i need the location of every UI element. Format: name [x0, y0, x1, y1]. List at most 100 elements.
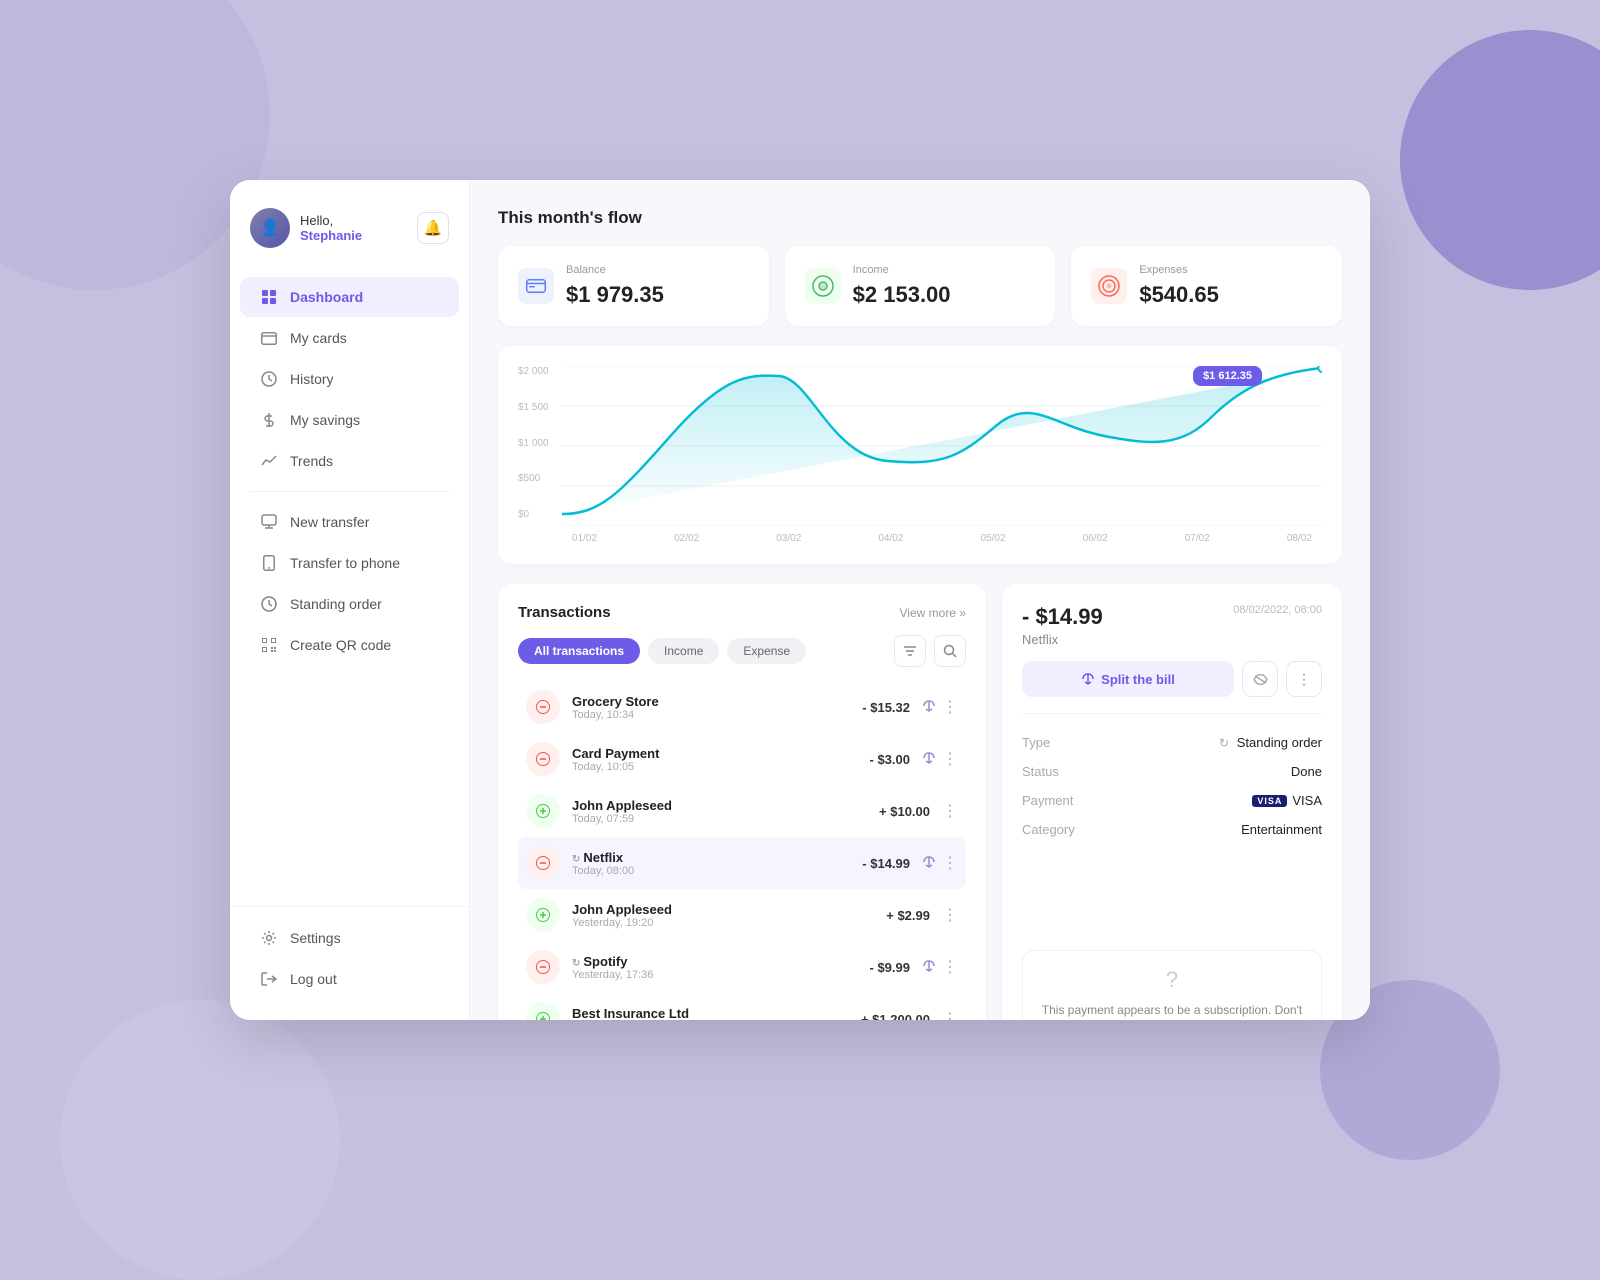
category-label: Category	[1022, 822, 1075, 837]
income-card: Income $2 153.00	[785, 246, 1056, 326]
sidebar-nav: Dashboard My cards History My savings	[230, 276, 469, 906]
sidebar-item-dashboard[interactable]: Dashboard	[240, 277, 459, 317]
more-options-btn[interactable]: ⋮	[1286, 661, 1322, 697]
sidebar-item-settings[interactable]: Settings	[240, 918, 459, 958]
balance-label: Balance	[566, 264, 664, 276]
tx-minus-icon	[526, 950, 560, 984]
subscription-notice: ? This payment appears to be a subscript…	[1022, 950, 1322, 1020]
summary-cards: Balance $1 979.35 Income $2 153.00	[498, 246, 1342, 326]
detail-merchant: Netflix	[1022, 632, 1103, 647]
sidebar-item-label: New transfer	[290, 514, 369, 530]
sidebar-item-trends[interactable]: Trends	[240, 441, 459, 481]
filter-icons	[894, 635, 966, 667]
split-icon[interactable]	[922, 855, 936, 872]
search-icon-btn[interactable]	[934, 635, 966, 667]
chart-wrapper: $2 000 $1 500 $1 000 $500 $0	[518, 366, 1322, 544]
income-icon	[805, 268, 841, 304]
detail-info: Type ↻ Standing order Status Done Paymen…	[1022, 713, 1322, 844]
sidebar-item-logout[interactable]: Log out	[240, 959, 459, 999]
sidebar-item-create-qr-code[interactable]: Create QR code	[240, 625, 459, 665]
filter-income-tab[interactable]: Income	[648, 638, 719, 664]
filter-all-tab[interactable]: All transactions	[518, 638, 640, 664]
detail-amount: - $14.99	[1022, 604, 1103, 630]
notification-bell-icon[interactable]: 🔔	[417, 212, 449, 244]
tx-name: John Appleseed	[572, 902, 886, 917]
phone-icon	[260, 554, 278, 572]
nav-divider	[250, 491, 449, 492]
sidebar-item-label: Trends	[290, 453, 333, 469]
table-row[interactable]: ↻Netflix Today, 08:00 - $14.99 ⋮	[518, 837, 966, 889]
split-icon[interactable]	[922, 959, 936, 976]
tx-time: Today, 10:05	[572, 761, 870, 773]
type-value: ↻ Standing order	[1219, 735, 1322, 750]
table-row[interactable]: John Appleseed Today, 07:59 + $10.00 ⋮	[518, 785, 966, 837]
table-row[interactable]: John Appleseed Yesterday, 19:20 + $2.99 …	[518, 889, 966, 941]
balance-value: $1 979.35	[566, 282, 664, 308]
tx-plus-icon	[526, 794, 560, 828]
sidebar-item-label: History	[290, 371, 334, 387]
tx-name: Best Insurance Ltd	[572, 1006, 861, 1021]
expenses-label: Expenses	[1139, 264, 1219, 276]
flow-title: This month's flow	[498, 208, 1342, 228]
sidebar-item-history[interactable]: History	[240, 359, 459, 399]
app-container: 👤 Hello, Stephanie 🔔 Dashboard	[230, 180, 1370, 1020]
tx-amount: + $1 200.00	[861, 1012, 930, 1021]
sidebar-item-transfer-to-phone[interactable]: Transfer to phone	[240, 543, 459, 583]
filter-expense-tab[interactable]: Expense	[727, 638, 806, 664]
detail-payment-row: Payment VISA VISA	[1022, 786, 1322, 815]
table-row[interactable]: Best Insurance Ltd Yesterday, 15:00 + $1…	[518, 993, 966, 1020]
tx-name: John Appleseed	[572, 798, 879, 813]
split-icon[interactable]	[922, 751, 936, 768]
sidebar-item-standing-order[interactable]: Standing order	[240, 584, 459, 624]
trends-icon	[260, 452, 278, 470]
status-label: Status	[1022, 764, 1059, 779]
detail-date: 08/02/2022, 08:00	[1233, 604, 1322, 616]
transactions-title: Transactions	[518, 604, 611, 621]
settings-icon	[260, 929, 278, 947]
balance-icon	[518, 268, 554, 304]
more-icon[interactable]: ⋮	[942, 697, 958, 717]
chart-card: $2 000 $1 500 $1 000 $500 $0	[498, 346, 1342, 564]
sidebar-item-label: Create QR code	[290, 637, 391, 653]
tx-amount: - $15.32	[862, 700, 910, 715]
sidebar-item-label: Transfer to phone	[290, 555, 400, 571]
tx-time: Today, 08:00	[572, 865, 862, 877]
status-value: Done	[1291, 764, 1322, 779]
table-row[interactable]: Card Payment Today, 10:05 - $3.00 ⋮	[518, 733, 966, 785]
sidebar-item-label: My savings	[290, 412, 360, 428]
filter-tabs: All transactions Income Expense	[518, 635, 966, 667]
tx-name: Grocery Store	[572, 694, 862, 709]
chart-y-labels: $2 000 $1 500 $1 000 $500 $0	[518, 366, 549, 520]
tx-amount: + $10.00	[879, 804, 930, 819]
split-icon[interactable]	[922, 699, 936, 716]
hide-icon-btn[interactable]	[1242, 661, 1278, 697]
tx-time: Today, 07:59	[572, 813, 879, 825]
view-more-link[interactable]: View more »	[900, 606, 966, 620]
more-icon[interactable]: ⋮	[942, 905, 958, 925]
table-row[interactable]: ↻Spotify Yesterday, 17:36 - $9.99 ⋮	[518, 941, 966, 993]
visa-icon: VISA	[1252, 795, 1287, 807]
split-bill-button[interactable]: Split the bill	[1022, 661, 1234, 697]
filter-icon-btn[interactable]	[894, 635, 926, 667]
balance-card: Balance $1 979.35	[498, 246, 769, 326]
detail-status-row: Status Done	[1022, 757, 1322, 786]
sidebar-item-new-transfer[interactable]: New transfer	[240, 502, 459, 542]
chart-x-labels: 01/02 02/02 03/02 04/02 05/02 06/02 07/0…	[562, 533, 1322, 544]
sidebar-header: 👤 Hello, Stephanie 🔔	[230, 208, 469, 276]
tx-plus-icon	[526, 898, 560, 932]
chart-svg	[562, 366, 1322, 526]
tx-minus-icon	[526, 846, 560, 880]
more-icon[interactable]: ⋮	[942, 853, 958, 873]
sidebar-item-my-cards[interactable]: My cards	[240, 318, 459, 358]
tx-name: ↻Spotify	[572, 954, 870, 969]
more-icon[interactable]: ⋮	[942, 749, 958, 769]
tx-name: Card Payment	[572, 746, 870, 761]
table-row[interactable]: Grocery Store Today, 10:34 - $15.32 ⋮	[518, 681, 966, 733]
more-icon[interactable]: ⋮	[942, 1009, 958, 1020]
payment-value: VISA VISA	[1252, 793, 1322, 808]
sidebar-item-my-savings[interactable]: My savings	[240, 400, 459, 440]
sidebar-item-label: My cards	[290, 330, 347, 346]
savings-icon	[260, 411, 278, 429]
more-icon[interactable]: ⋮	[942, 801, 958, 821]
more-icon[interactable]: ⋮	[942, 957, 958, 977]
